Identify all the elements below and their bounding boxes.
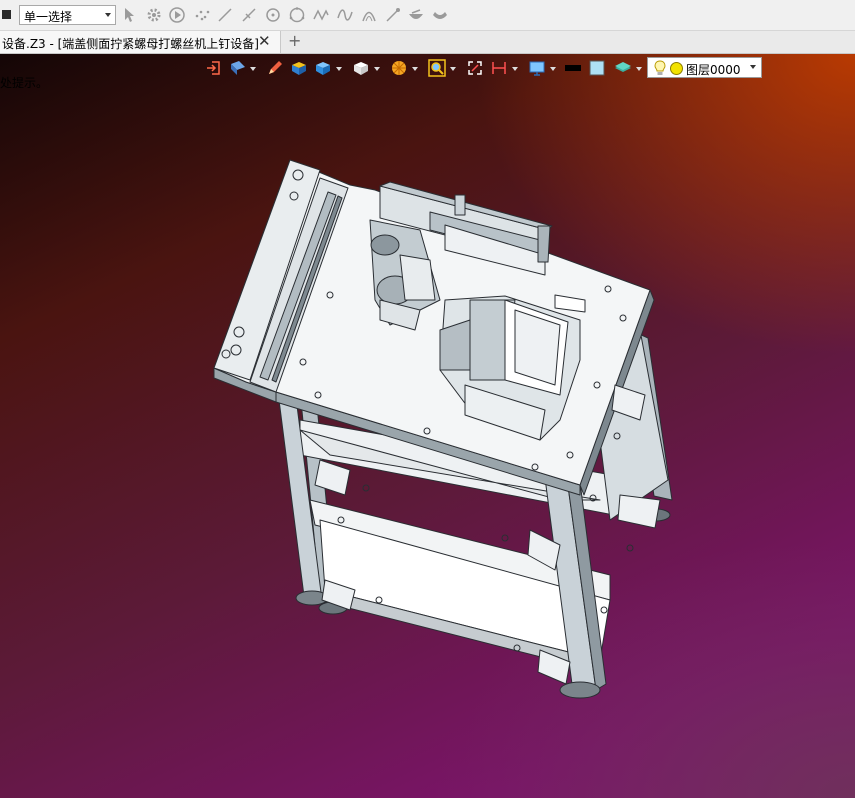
bowl-icon[interactable] xyxy=(407,6,425,24)
shaded-box-icon[interactable] xyxy=(290,59,308,77)
chevron-down-icon[interactable] xyxy=(512,67,518,71)
arc-icon[interactable] xyxy=(360,6,378,24)
selection-filter-value: 单一选择 xyxy=(24,10,73,24)
surface-icon[interactable] xyxy=(431,6,449,24)
add-tab-button[interactable]: + xyxy=(288,31,301,50)
line-color-swatch[interactable] xyxy=(564,59,582,77)
chevron-down-icon[interactable] xyxy=(412,67,418,71)
view-cube-icon[interactable] xyxy=(352,59,370,77)
view-toolbar: 图层0000 xyxy=(204,56,764,80)
fit-view-icon[interactable] xyxy=(466,59,484,77)
cad-machine-model[interactable] xyxy=(0,54,855,798)
gear-filter-icon[interactable] xyxy=(145,6,163,24)
pointer-icon[interactable] xyxy=(120,6,138,24)
cube-icon[interactable] xyxy=(314,59,332,77)
dimension-icon[interactable] xyxy=(490,59,508,77)
chevron-down-icon[interactable] xyxy=(450,67,456,71)
cross-line-icon[interactable] xyxy=(240,6,258,24)
display-settings-icon[interactable] xyxy=(528,59,546,77)
circle-center-icon[interactable] xyxy=(264,6,282,24)
document-tab-bar: 设备.Z3 - [端盖侧面拧紧螺母打螺丝机上钉设备] ✕ + xyxy=(0,31,855,54)
curve-icon[interactable] xyxy=(336,6,354,24)
lightbulb-icon[interactable] xyxy=(653,60,667,76)
close-icon[interactable]: ✕ xyxy=(258,32,271,50)
status-hint: 处提示。 xyxy=(0,76,49,90)
pencil-icon[interactable] xyxy=(266,59,284,77)
selection-toolbar: 单一选择 xyxy=(0,0,855,31)
layer-dropdown[interactable]: 图层0000 xyxy=(647,57,762,78)
circle-icon[interactable] xyxy=(288,6,306,24)
play-icon[interactable] xyxy=(168,6,186,24)
chevron-down-icon[interactable] xyxy=(550,67,556,71)
chevron-down-icon[interactable] xyxy=(250,67,256,71)
stop-icon[interactable] xyxy=(2,10,11,19)
chevron-down-icon[interactable] xyxy=(374,67,380,71)
display-mode-icon[interactable] xyxy=(229,59,247,77)
document-tab[interactable]: 设备.Z3 - [端盖侧面拧紧螺母打螺丝机上钉设备] ✕ xyxy=(0,31,281,53)
layer-name: 图层0000 xyxy=(686,63,741,77)
layer-color-icon xyxy=(670,62,683,75)
section-view-icon[interactable] xyxy=(390,59,408,77)
chevron-down-icon xyxy=(105,13,111,17)
document-tab-title: 设备.Z3 - [端盖侧面拧紧螺母打螺丝机上钉设备] xyxy=(2,37,259,51)
line-icon[interactable] xyxy=(216,6,234,24)
layers-icon[interactable] xyxy=(614,59,632,77)
pick-icon[interactable] xyxy=(384,6,402,24)
chevron-down-icon[interactable] xyxy=(336,67,342,71)
exit-icon[interactable] xyxy=(204,59,222,77)
chevron-down-icon[interactable] xyxy=(636,67,642,71)
points-icon[interactable] xyxy=(193,6,211,24)
chevron-down-icon xyxy=(750,65,756,69)
zoom-icon[interactable] xyxy=(428,59,446,77)
selection-filter-dropdown[interactable]: 单一选择 xyxy=(19,5,116,25)
3d-viewport[interactable]: 处提示。 图层0000 xyxy=(0,54,855,798)
spline-icon[interactable] xyxy=(312,6,330,24)
face-color-swatch[interactable] xyxy=(588,59,606,77)
